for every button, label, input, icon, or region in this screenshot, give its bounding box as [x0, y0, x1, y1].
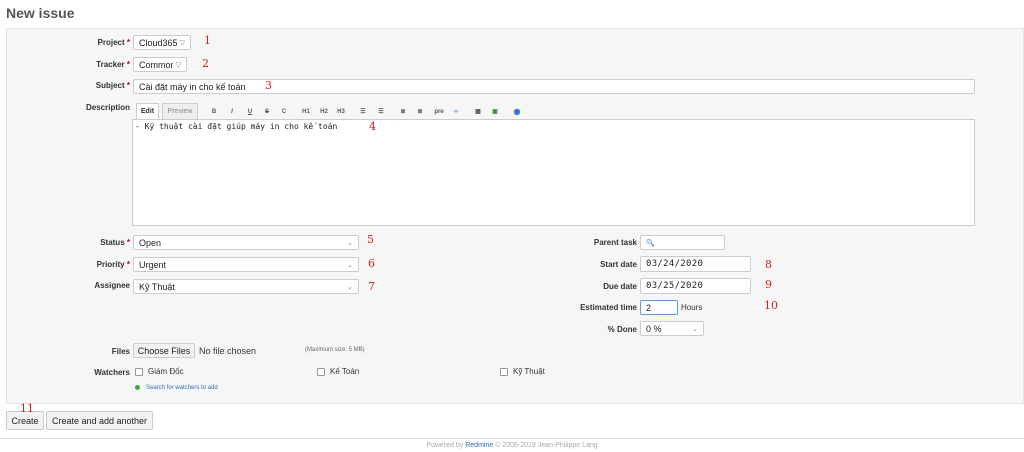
footer: Powered by Redmine © 2006-2019 Jean-Phil… — [0, 438, 1024, 449]
annotation-10: 10 — [764, 299, 778, 312]
choose-files-button[interactable]: Choose Files — [133, 343, 195, 358]
annotation-6: 6 — [368, 257, 375, 270]
priority-label: Priority * — [96, 260, 130, 269]
tracker-select[interactable]: Common ▽ — [133, 57, 187, 72]
indent-left-icon[interactable]: ≣ — [397, 106, 409, 117]
estimated-time-input[interactable]: 2 — [640, 300, 678, 315]
annotation-8: 8 — [765, 258, 772, 271]
annotation-2: 2 — [202, 57, 209, 70]
code-inline-button[interactable]: C — [278, 106, 290, 117]
watcher-label-giam-doc: Giám Đốc — [148, 367, 184, 376]
search-watchers-link[interactable]: Search for watchers to add — [146, 385, 218, 391]
files-label: Files — [111, 347, 130, 356]
max-size-note: (Maximum size: 5 MB) — [305, 347, 365, 353]
footer-copyright: © 2006-2019 Jean-Philippe Lang — [495, 442, 598, 449]
parent-task-input[interactable]: 🔍 — [640, 235, 725, 250]
status-select[interactable]: Open ⌄ — [133, 235, 359, 250]
annotation-4: 4 — [369, 120, 376, 133]
done-select[interactable]: 0 % ⌄ — [640, 321, 704, 336]
ul-list-icon[interactable]: ☰ — [357, 106, 369, 117]
page-title: New issue — [6, 5, 75, 21]
chevron-down-icon: ⌄ — [347, 283, 353, 291]
help-icon[interactable]: ◉ — [511, 106, 523, 117]
bold-button[interactable]: B — [208, 106, 220, 117]
code-icon[interactable]: ‹› — [450, 106, 462, 117]
due-date-input[interactable]: 03/25/2020 — [640, 278, 751, 294]
due-date-label: Due date — [603, 282, 637, 291]
assignee-label: Assignee — [94, 281, 130, 290]
tracker-label: Tracker * — [96, 60, 130, 69]
description-label: Description — [85, 103, 130, 112]
strike-button[interactable]: S — [261, 106, 273, 117]
watcher-checkbox-giam-doc[interactable] — [135, 368, 143, 376]
start-date-label: Start date — [600, 260, 637, 269]
heading-1-button[interactable]: H1 — [300, 106, 312, 117]
estimated-time-label: Estimated time — [580, 303, 637, 312]
watcher-label-ke-toan: Kế Toán — [330, 367, 360, 376]
create-and-add-another-button[interactable]: Create and add another — [46, 411, 153, 430]
watcher-checkbox-ke-toan[interactable] — [317, 368, 325, 376]
chevron-down-icon: ▽ — [175, 61, 181, 69]
annotation-1: 1 — [204, 34, 211, 47]
ol-list-icon[interactable]: ☰ — [375, 106, 387, 117]
pre-button[interactable]: pre — [432, 106, 446, 117]
table-icon[interactable]: ▦ — [472, 106, 484, 117]
watcher-checkbox-ky-thuat[interactable] — [500, 368, 508, 376]
tab-edit[interactable]: Edit — [136, 103, 159, 119]
description-text: - Kỹ thuật cài đặt giúp máy in cho kế to… — [135, 122, 338, 131]
subject-input[interactable]: Cài đặt máy in cho kế toán — [133, 79, 975, 94]
assignee-select[interactable]: Kỹ Thuật ⌄ — [133, 279, 359, 294]
chevron-down-icon: ▽ — [179, 39, 185, 47]
heading-2-button[interactable]: H2 — [318, 106, 330, 117]
parent-task-label: Parent task — [593, 238, 637, 247]
chevron-down-icon: ⌄ — [347, 239, 353, 247]
footer-prefix: Powered by — [426, 442, 464, 449]
project-select[interactable]: Cloud365 ▽ — [133, 35, 191, 50]
done-label: % Done — [607, 325, 637, 334]
watcher-label-ky-thuat: Kỹ Thuật — [513, 367, 545, 376]
underline-button[interactable]: U — [244, 106, 256, 117]
redmine-link[interactable]: Redmine — [465, 442, 493, 449]
annotation-3: 3 — [265, 79, 272, 92]
annotation-9: 9 — [765, 278, 772, 291]
indent-right-icon[interactable]: ≣ — [414, 106, 426, 117]
italic-button[interactable]: I — [226, 106, 238, 117]
add-watcher-icon — [135, 385, 140, 390]
annotation-11: 11 — [20, 402, 34, 415]
description-textarea[interactable]: - Kỹ thuật cài đặt giúp máy in cho kế to… — [132, 119, 975, 226]
priority-select[interactable]: Urgent ⌄ — [133, 257, 359, 272]
annotation-5: 5 — [367, 233, 374, 246]
no-file-status: No file chosen — [199, 346, 257, 356]
start-date-input[interactable]: 03/24/2020 — [640, 256, 751, 272]
watchers-label: Watchers — [94, 368, 130, 377]
annotation-7: 7 — [368, 280, 375, 293]
chevron-down-icon: ⌄ — [692, 325, 698, 333]
project-label: Project * — [97, 38, 130, 47]
heading-3-button[interactable]: H3 — [335, 106, 347, 117]
image-icon[interactable]: ▣ — [489, 106, 501, 117]
search-icon: 🔍 — [646, 239, 655, 247]
chevron-down-icon: ⌄ — [347, 261, 353, 269]
status-label: Status * — [100, 238, 130, 247]
subject-label: Subject * — [95, 81, 130, 90]
tab-preview[interactable]: Preview — [162, 103, 198, 119]
hours-unit-label: Hours — [681, 303, 703, 312]
